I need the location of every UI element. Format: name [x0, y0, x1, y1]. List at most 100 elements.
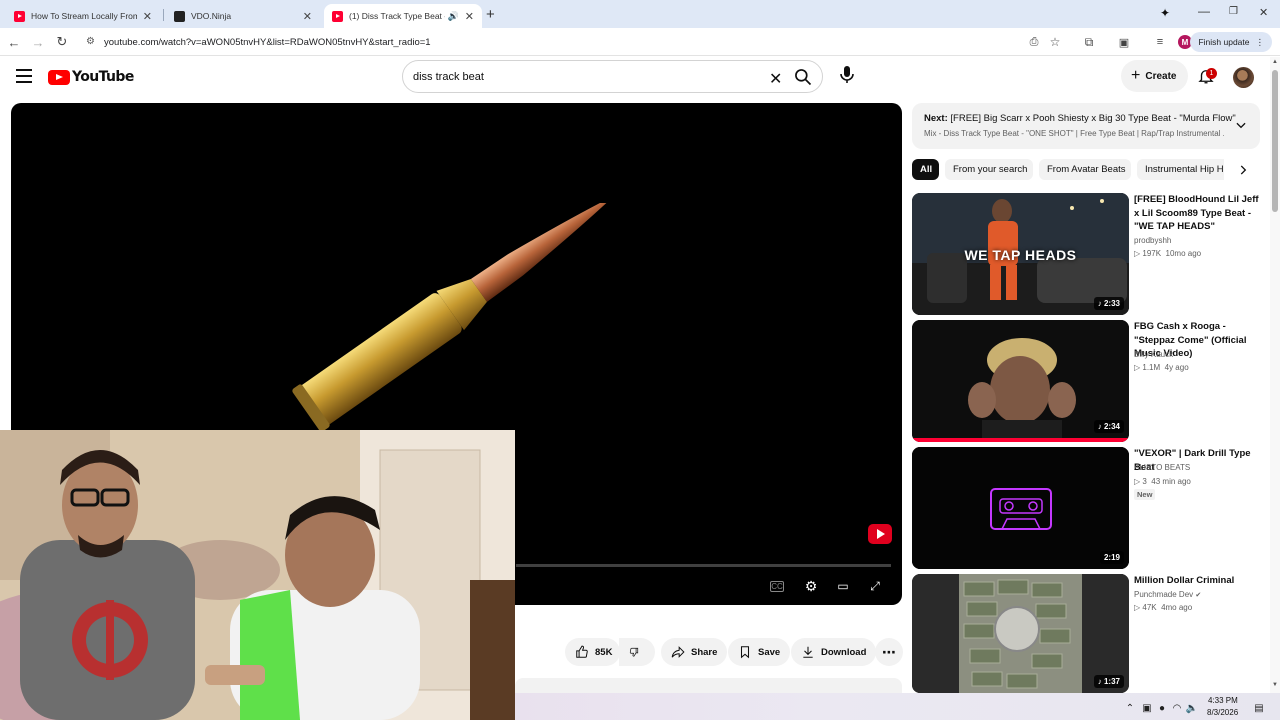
extensions-icon[interactable]: ⧉: [1080, 33, 1098, 51]
cassette-icon: [912, 447, 1129, 569]
playlist-subtitle: Mix - Diss Track Type Beat - "ONE SHOT" …: [924, 129, 1224, 138]
new-tab-icon[interactable]: +: [486, 6, 495, 23]
chevron-down-icon[interactable]: [1234, 118, 1248, 132]
taskbar-clock-date[interactable]: 8/3/2026: [1207, 708, 1238, 717]
tab-search-icon[interactable]: ▣: [1115, 33, 1133, 51]
youtube-favicon-icon: [14, 10, 25, 22]
view-count: 1.1M: [1142, 363, 1161, 372]
theater-mode-icon[interactable]: ▭: [834, 577, 852, 595]
browser-tab-vdo-ninja[interactable]: VDO.Ninja ✕: [166, 4, 320, 28]
recommendation-title[interactable]: Million Dollar Criminal: [1134, 574, 1264, 588]
browser-toolbar: ← → ↻ ⚙ youtube.com/watch?v=aWON05tnvHY&…: [0, 28, 1280, 56]
scrollbar-thumb[interactable]: [1272, 70, 1278, 212]
closed-captions-icon[interactable]: CC: [770, 581, 784, 592]
duration-text: 2:34: [1103, 422, 1120, 431]
download-label: Download: [821, 646, 867, 658]
download-button[interactable]: Download: [791, 638, 877, 666]
browser-tab-stream[interactable]: How To Stream Locally From M ✕: [6, 4, 160, 28]
show-hidden-icons-chevron-icon[interactable]: ⌃: [1124, 702, 1136, 714]
upload-age: 4mo ago: [1161, 603, 1193, 612]
microphone-tray-icon[interactable]: ●: [1156, 702, 1168, 714]
close-tab-icon[interactable]: ✕: [303, 10, 312, 23]
close-tab-icon[interactable]: ✕: [143, 10, 152, 23]
gemini-sparkle-icon[interactable]: ✦: [1160, 6, 1170, 20]
dislike-button[interactable]: [619, 638, 655, 666]
create-button[interactable]: + Create: [1121, 60, 1189, 92]
thumbs-up-icon: [576, 645, 588, 658]
channel-name[interactable]: ALISTO BEATS: [1134, 463, 1190, 472]
bookmark-icon: [740, 646, 750, 659]
download-icon: [803, 646, 813, 658]
tab-title: (1) Diss Track Type Beat - "C: [349, 11, 445, 21]
tab-title: VDO.Ninja: [191, 11, 232, 21]
address-bar[interactable]: ⚙ youtube.com/watch?v=aWON05tnvHY&list=R…: [80, 30, 1190, 54]
minimize-icon[interactable]: —: [1198, 4, 1210, 18]
save-button[interactable]: Save: [728, 638, 791, 666]
wifi-icon[interactable]: ◠: [1171, 702, 1183, 714]
share-button[interactable]: Share: [661, 638, 728, 666]
logo-wordmark: YouTube: [72, 69, 134, 85]
volume-icon[interactable]: 🔈: [1186, 702, 1198, 714]
search-icon[interactable]: [793, 67, 813, 87]
recommendation-thumbnail[interactable]: WE TAP HEADS ♪ 2:33: [912, 193, 1129, 315]
channel-name[interactable]: Punchmade Dev ✔: [1134, 590, 1201, 599]
channel-name[interactable]: Billy Kauck: [1134, 350, 1173, 359]
duration-badge: 2:19: [1099, 551, 1124, 564]
description-box[interactable]: [515, 678, 902, 693]
browser-tab-active[interactable]: (1) Diss Track Type Beat - "C 🔊 ✕: [324, 4, 482, 28]
video-progress-bar[interactable]: [516, 564, 891, 567]
up-next-panel[interactable]: Next: [FREE] Big Scarr x Pooh Shiesty x …: [912, 103, 1260, 149]
close-tab-icon[interactable]: ✕: [465, 10, 474, 23]
video-meta: ▷ 197K 10mo ago: [1134, 249, 1202, 258]
chip-from-your-search[interactable]: From your search: [945, 159, 1033, 180]
webcam-overlay: [0, 430, 515, 720]
recommendation-title[interactable]: [FREE] BloodHound Lil Jeff x Lil Scoom89…: [1134, 193, 1264, 234]
recommendation-thumbnail[interactable]: ♪ 1:37: [912, 574, 1129, 693]
search-box[interactable]: ✕: [402, 60, 823, 93]
recommendation-thumbnail[interactable]: ♪ 2:34: [912, 320, 1129, 442]
reload-icon[interactable]: ↻: [53, 33, 71, 51]
next-title: Next: [FREE] Big Scarr x Pooh Shiesty x …: [924, 113, 1236, 124]
hamburger-menu-icon[interactable]: [16, 69, 32, 83]
duration-badge: ♪ 2:34: [1093, 420, 1124, 433]
youtube-logo[interactable]: YouTube: [48, 69, 134, 85]
scroll-up-icon[interactable]: ▲: [1272, 59, 1278, 65]
fullscreen-icon[interactable]: ⤢: [866, 577, 884, 595]
bookmark-star-icon[interactable]: ☆: [1046, 33, 1064, 51]
recommendation-thumbnail[interactable]: 2:19: [912, 447, 1129, 569]
search-input[interactable]: [413, 70, 753, 83]
site-info-icon[interactable]: ⚙: [86, 36, 95, 47]
chip-all[interactable]: All: [912, 159, 939, 180]
share-icon: [671, 646, 685, 658]
chip-instrumental-hip-hop[interactable]: Instrumental Hip H: [1137, 159, 1224, 180]
notification-center-icon[interactable]: ▤: [1253, 702, 1265, 714]
page-scrollbar[interactable]: ▲ ▼: [1270, 57, 1280, 700]
clear-search-icon[interactable]: ✕: [769, 69, 782, 89]
view-count: 3: [1142, 477, 1147, 486]
scroll-down-icon[interactable]: ▼: [1272, 682, 1278, 688]
kebab-menu-icon: ⋮: [1255, 36, 1265, 47]
thumbs-down-icon: [629, 647, 639, 657]
like-button[interactable]: 85K: [565, 638, 621, 666]
install-app-icon[interactable]: ⎙: [1025, 33, 1043, 51]
more-actions-icon[interactable]: ⋯: [875, 638, 903, 666]
chip-from-avatar-beats[interactable]: From Avatar Beats: [1039, 159, 1131, 180]
taskbar-clock-time[interactable]: 4:33 PM: [1208, 696, 1238, 705]
chevron-right-icon[interactable]: [1236, 163, 1250, 177]
microphone-icon[interactable]: [834, 61, 860, 87]
reading-list-icon[interactable]: ≡: [1151, 33, 1169, 51]
channel-name[interactable]: prodbyshh: [1134, 236, 1171, 245]
taskbar-app-icon[interactable]: ▣: [1141, 702, 1153, 714]
duration-badge: ♪ 1:37: [1093, 675, 1124, 688]
window-close-icon[interactable]: ✕: [1259, 6, 1268, 19]
settings-gear-icon[interactable]: ⚙: [802, 577, 820, 595]
music-note-icon: ♪: [1097, 677, 1102, 686]
forward-icon[interactable]: →: [29, 33, 47, 51]
finish-update-button[interactable]: Finish update ⋮: [1190, 32, 1272, 52]
audio-playing-icon[interactable]: 🔊: [448, 11, 459, 22]
tab-title: How To Stream Locally From M: [31, 11, 137, 21]
restore-icon[interactable]: ❐: [1229, 6, 1238, 17]
back-icon[interactable]: ←: [5, 33, 23, 51]
youtube-watermark-icon[interactable]: [868, 524, 892, 544]
account-avatar[interactable]: [1233, 67, 1254, 88]
